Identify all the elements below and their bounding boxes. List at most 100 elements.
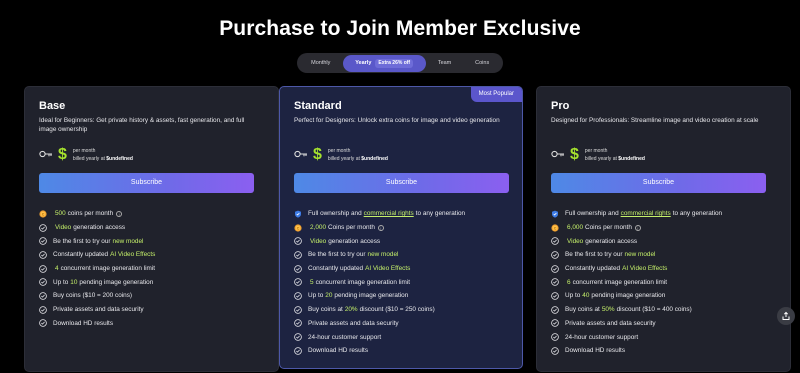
feature-text: generation access	[328, 237, 381, 245]
feature-highlight: AI Video Effects	[110, 251, 156, 259]
feature-highlight: AI Video Effects	[365, 265, 411, 273]
check-icon	[294, 264, 302, 273]
info-icon[interactable]: i	[377, 224, 384, 231]
feature-highlight: Video	[55, 224, 72, 232]
check-icon	[39, 305, 47, 314]
feature-item: Constantly updated AI Video Effects	[551, 262, 722, 276]
commercial-rights-link[interactable]: commercial rights	[364, 210, 414, 217]
check-icon	[551, 251, 559, 259]
feature-text: concurrent image generation limit	[60, 265, 156, 273]
price-caption: per month billed yearly at $undefined	[73, 147, 133, 163]
feature-highlight: 20%	[344, 306, 358, 314]
check-icon	[39, 319, 47, 328]
check-icon	[551, 278, 559, 287]
feature-text: Be the first to try our	[565, 251, 623, 259]
check-icon	[551, 346, 559, 355]
check-icon	[294, 237, 302, 246]
feature-text: Private assets and data security	[308, 319, 399, 327]
feature-item: 5 concurrent image generation limit	[294, 275, 465, 289]
feature-text: Download HD results	[53, 319, 114, 327]
feature-text: Private assets and data security	[53, 306, 144, 314]
feature-text: to any generation	[415, 210, 466, 218]
key-icon	[294, 150, 308, 160]
price-row: $ per month billed yearly at $undefined	[551, 146, 645, 163]
feature-item: Video generation access	[551, 234, 722, 248]
subscribe-button[interactable]: Subscribe	[551, 173, 766, 193]
feature-text: pending image generation	[79, 278, 154, 286]
feature-highlight: 6,000	[567, 224, 583, 232]
feature-highlight: 2,000	[310, 224, 326, 232]
commercial-rights-link[interactable]: commercial rights	[621, 210, 671, 217]
tab-team[interactable]: Team	[426, 55, 464, 72]
feature-text: Coins per month	[328, 224, 375, 232]
feature-item: 4 concurrent image generation limit	[39, 262, 157, 276]
per-month-label: per month	[327, 148, 351, 154]
feature-item: Up to 10 pending image generation	[39, 275, 157, 289]
feature-text: concurrent image generation limit	[315, 278, 411, 286]
check-icon	[294, 346, 302, 355]
subscribe-button[interactable]: Subscribe	[39, 173, 254, 193]
check-icon	[294, 292, 302, 300]
feature-item: Private assets and data security	[39, 303, 157, 317]
svg-text:C: C	[554, 226, 557, 230]
feature-item: 24-hour customer support	[294, 330, 465, 344]
feature-text: Coins per month	[585, 224, 632, 232]
check-icon	[551, 292, 559, 300]
plan-name: Pro	[551, 100, 570, 112]
tab-yearly-label: Yearly	[355, 59, 372, 66]
feature-item: Buy coins ($10 = 200 coins)	[39, 289, 157, 303]
per-month-label: per month	[72, 148, 96, 154]
feature-item: Constantly updated AI Video Effects	[294, 262, 465, 276]
feature-highlight: new model	[624, 251, 656, 259]
price-symbol: $	[313, 146, 322, 163]
share-icon	[782, 311, 790, 320]
feature-item: Download HD results	[294, 344, 465, 358]
coin-icon: C	[294, 223, 302, 232]
feature-item: Download HD results	[39, 317, 157, 331]
feature-text: 24-hour customer support	[308, 333, 382, 341]
feature-text: coins per month	[67, 210, 114, 218]
info-icon[interactable]: i	[116, 210, 123, 217]
shield-icon	[551, 210, 559, 218]
feature-item: Full ownership and commercial rights to …	[294, 207, 465, 221]
feature-text: Up to	[53, 278, 69, 286]
price-row: $ per month billed yearly at $undefined	[294, 146, 388, 163]
billed-yearly-value: $undefined	[361, 156, 388, 162]
info-icon[interactable]: i	[634, 224, 641, 231]
feature-text: Download HD results	[308, 347, 369, 355]
feature-highlight: 50%	[601, 306, 615, 314]
coin-icon: C	[551, 223, 559, 232]
share-button[interactable]	[777, 307, 795, 325]
billed-yearly-value: $undefined	[618, 156, 645, 162]
plan-description: Designed for Professionals: Streamline i…	[551, 117, 759, 124]
check-icon	[39, 278, 47, 287]
feature-item: Video generation access	[294, 234, 465, 248]
feature-highlight: Video	[310, 237, 327, 245]
plan-name: Base	[39, 100, 66, 112]
tab-monthly[interactable]: Monthly	[299, 55, 343, 72]
feature-item: Buy coins at 20% discount ($10 = 250 coi…	[294, 303, 465, 317]
feature-list: Full ownership and commercial rights to …	[551, 207, 722, 358]
subscribe-button[interactable]: Subscribe	[294, 173, 509, 193]
feature-highlight: 10	[70, 278, 78, 286]
check-icon	[39, 223, 47, 232]
feature-text: Be the first to try our	[53, 237, 111, 245]
feature-highlight: new model	[112, 237, 144, 245]
feature-text: Buy coins ($10 = 200 coins)	[53, 292, 133, 300]
check-icon	[294, 251, 302, 259]
feature-text: pending image generation	[334, 292, 409, 300]
feature-item: Full ownership and commercial rights to …	[551, 207, 722, 221]
plan-card-base: Base Ideal for Beginners: Get private hi…	[24, 86, 279, 372]
feature-highlight: 20	[325, 292, 333, 300]
per-month-label: per month	[584, 148, 608, 154]
check-icon	[551, 319, 559, 328]
check-icon	[551, 305, 559, 314]
feature-text: discount ($10 = 250 coins)	[359, 306, 435, 314]
feature-item: Up to 20 pending image generation	[294, 289, 465, 303]
feature-item: 6 concurrent image generation limit	[551, 275, 722, 289]
tab-coins[interactable]: Coins	[463, 55, 501, 72]
tab-yearly[interactable]: Yearly Extra 26% off	[342, 54, 426, 72]
feature-highlight: 4	[55, 265, 59, 273]
feature-text: Full ownership and	[565, 210, 619, 218]
feature-text: Full ownership and	[308, 210, 362, 218]
